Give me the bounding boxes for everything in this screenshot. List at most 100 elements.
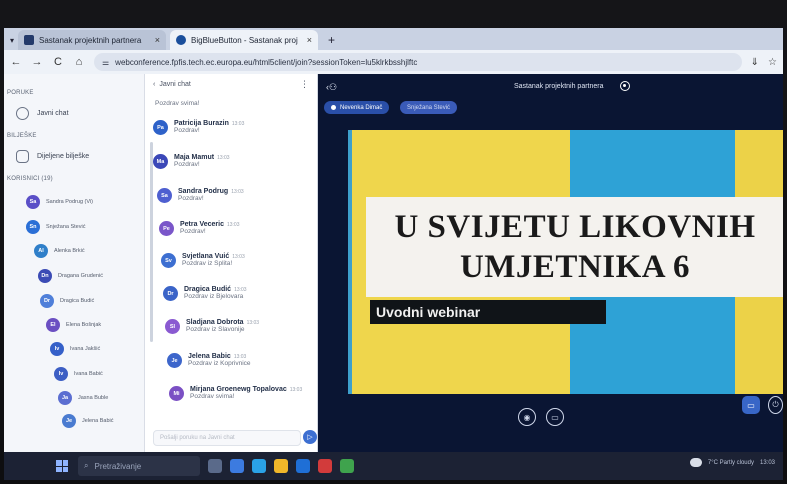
weather-text[interactable]: 7°C Partly cloudy bbox=[708, 460, 754, 466]
notes-icon bbox=[16, 150, 29, 163]
tab-list-chevron-icon[interactable]: ▾ bbox=[6, 30, 18, 50]
user-name: Sandra Podrug (Vi) bbox=[46, 199, 93, 205]
avatar: Ja bbox=[58, 391, 72, 405]
user-name: Ivana Jakšić bbox=[70, 346, 101, 352]
chat-options-icon[interactable]: ⋮ bbox=[300, 79, 309, 90]
options-button[interactable]: ⏻ bbox=[768, 396, 783, 414]
windows-start-icon[interactable] bbox=[56, 460, 68, 472]
shared-notes-link[interactable]: Dijeljene bilješke bbox=[4, 150, 89, 163]
avatar: Iv bbox=[50, 342, 64, 356]
chat-message-text: Pozdrav! bbox=[178, 195, 204, 202]
user-list-item[interactable]: Iv Ivana Jakšić bbox=[50, 342, 100, 356]
avatar: Dn bbox=[38, 269, 52, 283]
slide-title-box: U SVIJETU LIKOVNIH UMJETNIKA 6 bbox=[366, 197, 783, 297]
tab-title: BigBlueButton - Sastanak proj bbox=[191, 35, 298, 45]
avatar: Sl bbox=[165, 319, 180, 334]
site-info-icon[interactable]: ⚌ bbox=[102, 58, 109, 67]
tab-title: Sastanak projektnih partnera bbox=[39, 35, 142, 45]
bookmark-star-icon[interactable]: ☆ bbox=[768, 57, 777, 68]
chat-message: Sv Svjetlana Vuić 13:03 Pozdrav iz Splita… bbox=[161, 253, 245, 268]
bigbluebutton-favicon-icon bbox=[176, 35, 186, 45]
reload-icon[interactable]: C bbox=[52, 56, 64, 68]
audio-button[interactable]: ◉ bbox=[518, 408, 536, 426]
address-bar[interactable]: ⚌ webconference.fpfis.tech.ec.europa.eu/… bbox=[94, 53, 742, 71]
talker-name: Snježana Stević bbox=[407, 104, 451, 111]
back-arrow-icon[interactable]: ← bbox=[10, 56, 22, 68]
tab-close-icon[interactable]: × bbox=[307, 35, 312, 45]
system-tray: 7°C Partly cloudy 13:03 bbox=[689, 458, 775, 467]
microphone-icon bbox=[331, 105, 336, 110]
public-chat-link[interactable]: Javni chat bbox=[4, 107, 69, 120]
taskbar-search-placeholder: Pretraživanje bbox=[94, 461, 142, 471]
user-name: Dragica Budić bbox=[60, 298, 95, 304]
browser-tab-sastanak[interactable]: Sastanak projektnih partnera × bbox=[18, 30, 166, 50]
presentation-toggle-button[interactable]: ▭ bbox=[742, 396, 760, 414]
chat-time: 13:03 bbox=[246, 320, 260, 326]
meeting-title: Sastanak projektnih partnera bbox=[514, 83, 604, 90]
recording-indicator-icon[interactable] bbox=[620, 81, 630, 91]
user-list-item[interactable]: Al Alenka Brkić bbox=[34, 244, 85, 258]
chat-scrollbar[interactable] bbox=[150, 142, 153, 342]
user-list-item[interactable]: Dr Dragica Budić bbox=[40, 294, 94, 308]
clock[interactable]: 13:03 bbox=[760, 460, 775, 466]
chat-message: Dr Dragica Budić 13:03 Pozdrav iz Bjelova… bbox=[163, 286, 247, 301]
forward-arrow-icon[interactable]: → bbox=[31, 56, 43, 68]
user-list-item[interactable]: Sn Snježana Stević bbox=[26, 220, 85, 234]
user-list-item[interactable]: Je Jelena Babić bbox=[62, 414, 114, 428]
tab-close-icon[interactable]: × bbox=[155, 35, 160, 45]
home-icon[interactable]: ⌂ bbox=[73, 56, 85, 68]
talking-indicator: Snježana Stević bbox=[400, 101, 458, 114]
browser-tab-bigbluebutton[interactable]: BigBlueButton - Sastanak proj × bbox=[170, 30, 318, 50]
slide-title-line: UMJETNIKA 6 bbox=[459, 249, 691, 285]
chat-message-input[interactable]: Pošalji poruku na Javni chat bbox=[153, 430, 301, 446]
chat-back-icon[interactable]: ‹ bbox=[153, 81, 155, 88]
action-bar: ◉ ▭ ▭ ⏻ bbox=[318, 396, 783, 442]
presentation-area: ‹⚇ Sastanak projektnih partnera Nevenka … bbox=[318, 74, 783, 452]
store-taskbar-icon[interactable] bbox=[296, 459, 310, 473]
user-name: Snježana Stević bbox=[46, 224, 86, 230]
chat-author: Sladjana Dobrota bbox=[186, 319, 244, 326]
weather-icon[interactable] bbox=[689, 458, 702, 467]
chat-author: Jelena Babic bbox=[188, 353, 231, 360]
chat-time: 13:03 bbox=[289, 387, 303, 393]
slide-blue-edge bbox=[348, 130, 352, 394]
chat-message-text: Pozdrav! bbox=[174, 127, 200, 134]
taskbar-search[interactable]: ⌕ Pretraživanje bbox=[78, 456, 200, 476]
new-tab-button[interactable]: + bbox=[322, 30, 341, 50]
task-view-icon[interactable] bbox=[208, 459, 222, 473]
chrome-taskbar-icon[interactable] bbox=[340, 459, 354, 473]
user-list-item[interactable]: Iv Ivana Babić bbox=[54, 367, 103, 381]
send-message-button[interactable]: ▷ bbox=[303, 430, 317, 444]
avatar: Sa bbox=[157, 188, 172, 203]
avatar: Sv bbox=[161, 253, 176, 268]
shared-notes-label: Dijeljene bilješke bbox=[37, 153, 90, 160]
browser-toolbar: ← → C ⌂ ⚌ webconference.fpfis.tech.ec.eu… bbox=[4, 50, 783, 74]
user-name: Alenka Brkić bbox=[54, 248, 85, 254]
toggle-user-list-icon[interactable]: ‹⚇ bbox=[326, 82, 337, 93]
app-taskbar-icon[interactable] bbox=[230, 459, 244, 473]
messages-section-label: PORUKE bbox=[7, 90, 34, 96]
avatar: Iv bbox=[54, 367, 68, 381]
screen: ▾ Sastanak projektnih partnera × BigBlue… bbox=[4, 28, 783, 480]
chat-author: Maja Mamut bbox=[174, 154, 215, 161]
user-list-item[interactable]: El Elena Bošnjak bbox=[46, 318, 101, 332]
chat-author: Sandra Podrug bbox=[178, 188, 229, 195]
avatar: Pa bbox=[153, 120, 168, 135]
chat-message: Pa Patricija Burazin 13:03 Pozdrav! bbox=[153, 120, 244, 135]
edge-taskbar-icon[interactable] bbox=[252, 459, 266, 473]
avatar: Je bbox=[167, 353, 182, 368]
download-icon[interactable]: ⇓ bbox=[751, 57, 759, 68]
user-list-item[interactable]: Ja Jasna Buble bbox=[58, 391, 108, 405]
app-taskbar-icon[interactable] bbox=[318, 459, 332, 473]
user-list-item[interactable]: Dn Dragana Grudenić bbox=[38, 269, 103, 283]
camera-button[interactable]: ▭ bbox=[546, 408, 564, 426]
chat-message-text: Pozdrav! bbox=[174, 161, 200, 168]
user-list-item[interactable]: Sa Sandra Podrug (Vi) bbox=[26, 195, 93, 209]
notes-section-label: BILJEŠKE bbox=[7, 133, 37, 139]
avatar: Dr bbox=[163, 286, 178, 301]
chat-time: 13:03 bbox=[226, 222, 240, 228]
explorer-taskbar-icon[interactable] bbox=[274, 459, 288, 473]
chat-message: Ma Maja Mamut 13:03 Pozdrav! bbox=[153, 154, 230, 169]
chat-time: 13:03 bbox=[231, 121, 245, 127]
bigbluebutton-page: PORUKE Javni chat BILJEŠKE Dijeljene bil… bbox=[4, 74, 783, 452]
